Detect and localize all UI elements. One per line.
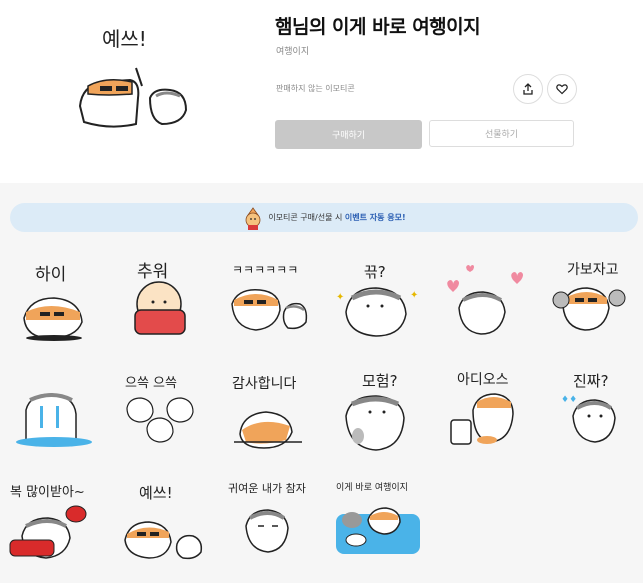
- sticker-item[interactable]: 진짜? ♦♦: [543, 360, 643, 465]
- sticker-caption: 하이: [35, 265, 66, 285]
- buy-button[interactable]: 구매하기: [275, 120, 422, 149]
- banner-highlight: 이벤트 자동 응모!: [344, 213, 406, 222]
- gift-button[interactable]: 선물하기: [429, 120, 574, 147]
- sticker-item[interactable]: 귀여운 내가 참자: [224, 470, 324, 575]
- sticker-item[interactable]: 예쓰!: [117, 470, 217, 575]
- svg-text:✦: ✦: [410, 290, 418, 301]
- mascot-icon: [245, 206, 261, 230]
- hero-caption: 예쓰!: [102, 27, 147, 51]
- sticker-item[interactable]: [10, 360, 110, 465]
- share-icon: [523, 83, 533, 95]
- svg-text:귀여운 내가 참자: 귀여운 내가 참자: [228, 482, 306, 495]
- svg-text:가보자고: 가보자고: [567, 262, 619, 278]
- svg-text:복 많이받아~: 복 많이받아~: [10, 485, 85, 500]
- svg-text:진짜?: 진짜?: [573, 372, 609, 390]
- svg-text:이게 바로 여행이지: 이게 바로 여행이지: [336, 481, 408, 493]
- product-header: 예쓰! 햄님의 이게 바로 여행이지 여행이지 판매하지 않는 이모티콘 구매하…: [0, 0, 643, 183]
- sale-status: 판매하지 않는 이모티콘: [276, 84, 355, 93]
- svg-text:추워: 추워: [137, 262, 168, 282]
- hero-sticker: 예쓰!: [78, 27, 188, 128]
- sticker-item[interactable]: 복 많이받아~: [6, 470, 106, 575]
- event-banner[interactable]: 이모티콘 구매/선물 시 이벤트 자동 응모!: [10, 203, 638, 232]
- like-button[interactable]: [547, 74, 577, 104]
- svg-text:아디오스: 아디오스: [457, 372, 509, 388]
- svg-text:ㅋㅋㅋㅋㅋㅋ: ㅋㅋㅋㅋㅋㅋ: [232, 263, 298, 277]
- sticker-item[interactable]: ㅋㅋㅋㅋㅋㅋ: [224, 242, 324, 347]
- sticker-item[interactable]: 감사합니다: [224, 360, 324, 465]
- sticker-item[interactable]: 모험?: [330, 360, 430, 465]
- svg-text:예쓰!: 예쓰!: [139, 484, 173, 502]
- sticker-item[interactable]: [437, 242, 537, 347]
- svg-text:감사합니다: 감사합니다: [232, 376, 297, 392]
- svg-text:끆?: 끆?: [364, 263, 386, 281]
- sticker-item[interactable]: 아디오스: [437, 360, 537, 465]
- svg-text:모험?: 모험?: [362, 372, 398, 390]
- sticker-item[interactable]: 하이: [10, 242, 110, 347]
- product-title: 햄님의 이게 바로 여행이지: [275, 16, 481, 38]
- banner-text: 이모티콘 구매/선물 시: [268, 213, 345, 222]
- svg-text:으쓱 으쓱: 으쓱 으쓱: [125, 376, 177, 391]
- svg-text:♦♦: ♦♦: [561, 395, 577, 405]
- svg-text:✦: ✦: [336, 292, 344, 303]
- sticker-item[interactable]: 끆? ✦ ✦: [330, 242, 430, 347]
- author-link[interactable]: 여행이지: [276, 44, 309, 57]
- sticker-item[interactable]: 이게 바로 여행이지: [330, 470, 430, 575]
- heart-icon: [556, 84, 568, 95]
- sticker-item[interactable]: 가보자고: [543, 242, 643, 347]
- share-button[interactable]: [513, 74, 543, 104]
- sticker-item[interactable]: 추워: [117, 242, 217, 347]
- sticker-item[interactable]: 으쓱 으쓱: [117, 360, 217, 465]
